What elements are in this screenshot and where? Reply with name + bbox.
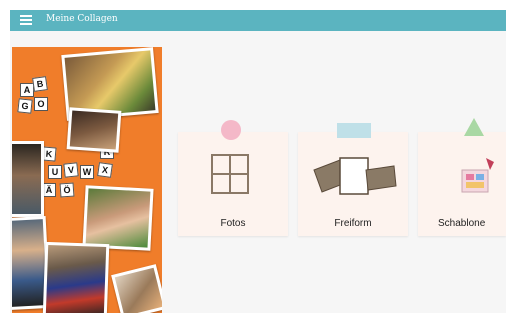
collage-thumbnail[interactable]: A B G O K R U V W X Ä Ö: [12, 47, 162, 313]
card-schablone[interactable]: Schablone: [418, 118, 506, 236]
collage-photo: [66, 107, 122, 153]
letter-tile: G: [17, 98, 33, 114]
letter-tile: X: [97, 162, 113, 178]
page-title: Meine Collagen: [46, 14, 118, 24]
triangle-icon: [464, 118, 484, 136]
freeform-photos-icon: [313, 157, 397, 195]
letter-tile: B: [32, 76, 48, 92]
card-freiform[interactable]: Freiform: [298, 123, 408, 236]
app-window: Meine Collagen A B G O K R U V W X Ä Ö: [0, 0, 506, 313]
hamburger-menu-icon[interactable]: [20, 15, 32, 26]
collage-photo: [42, 241, 110, 313]
card-label: Fotos: [220, 218, 246, 229]
card-fotos[interactable]: Fotos: [178, 120, 288, 236]
template-icon: [461, 158, 494, 193]
letter-tile: Ö: [59, 182, 75, 198]
photo-grid-icon: [211, 154, 249, 194]
letter-tile: A: [20, 83, 34, 97]
tape-icon: [337, 123, 371, 138]
top-app-bar: Meine Collagen: [10, 10, 506, 31]
collage-photo: [111, 264, 162, 313]
letter-tile: W: [80, 165, 94, 179]
letter-tile: V: [63, 162, 79, 178]
card-label: Schablone: [438, 218, 486, 229]
collage-photo: [82, 185, 154, 251]
card-label: Freiform: [334, 218, 372, 229]
collage-photo: [12, 141, 44, 217]
letter-tile: O: [34, 97, 48, 111]
main-content: A B G O K R U V W X Ä Ö: [10, 31, 506, 313]
pin-icon: [221, 120, 241, 140]
letter-tile: U: [48, 165, 62, 179]
letter-tile: Ä: [42, 183, 56, 197]
